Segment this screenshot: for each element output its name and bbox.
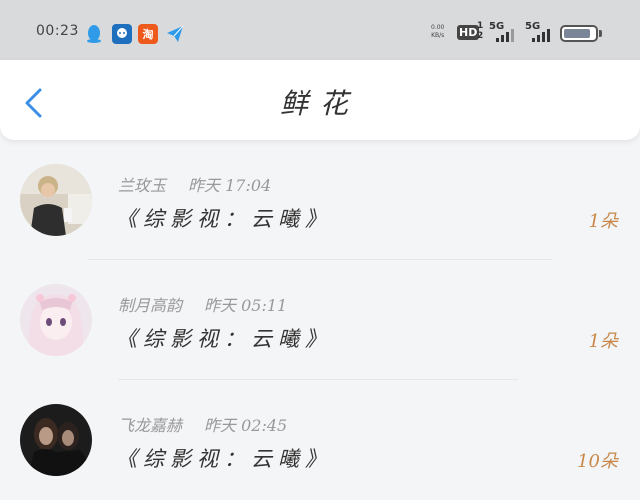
sender-meta: 制月高韵 昨天 05:11 [118, 292, 287, 316]
page-title: 鲜花 [279, 87, 360, 120]
signal-strength-icon [532, 28, 552, 42]
status-bar: 00:23 淘 0.00 KB/s HD 1 2 5G 5G [0, 0, 640, 60]
timestamp: 昨天 05:11 [204, 296, 288, 315]
book-title: 《综影视：云曦》 [116, 207, 332, 231]
avatar [20, 164, 92, 236]
book-title: 《综影视：云曦》 [116, 447, 332, 471]
list-item[interactable]: 制月高韵 昨天 05:11 《综影视：云曦》 1朵 [0, 260, 640, 380]
book-title: 《综影视：云曦》 [116, 327, 332, 351]
list-item[interactable]: 兰玫玉 昨天 17:04 《综影视：云曦》 1朵 [0, 140, 640, 260]
avatar [20, 404, 92, 476]
taobao-icon: 淘 [138, 24, 158, 44]
sender-meta: 兰玫玉 昨天 17:04 [118, 172, 271, 196]
flower-count: 1朵 [588, 331, 618, 352]
sender-meta: 飞龙嘉赫 昨天 02:45 [118, 412, 287, 436]
message-icon [112, 24, 132, 44]
qq-icon [84, 24, 104, 44]
hd-icon: HD [457, 25, 480, 40]
status-time: 00:23 [36, 23, 79, 39]
hd-sub: 1 2 [477, 21, 484, 41]
flower-count: 10朵 [577, 451, 618, 472]
sender-name: 制月高韵 [118, 296, 183, 315]
flower-count: 1朵 [588, 211, 618, 232]
send-icon [165, 24, 185, 44]
sender-name: 飞龙嘉赫 [118, 416, 183, 435]
timestamp: 昨天 02:45 [204, 416, 288, 435]
battery-icon [560, 25, 598, 42]
avatar [20, 284, 92, 356]
timestamp: 昨天 17:04 [188, 176, 272, 195]
list-item[interactable]: 飞龙嘉赫 昨天 02:45 《综影视：云曦》 10朵 [0, 380, 640, 500]
net-speed: 0.00 KB/s [431, 24, 445, 39]
sender-name: 兰玫玉 [118, 176, 167, 195]
battery-tip [599, 30, 602, 37]
header: 鲜花 [0, 60, 640, 140]
signal-strength-icon [496, 28, 516, 42]
